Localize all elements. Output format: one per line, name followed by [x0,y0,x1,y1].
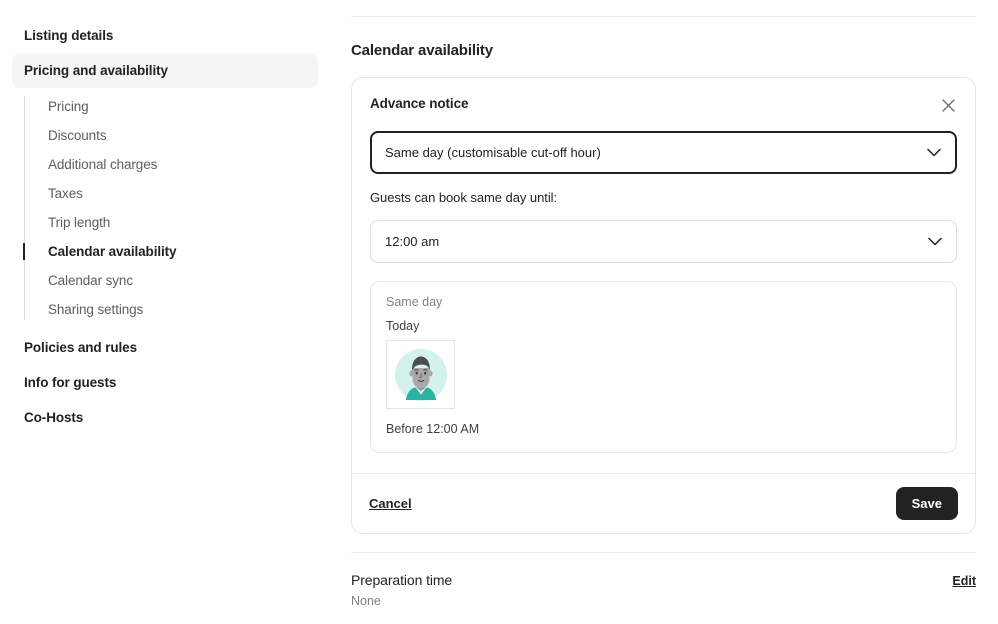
sidebar-subitem-calendar-sync[interactable]: Calendar sync [24,266,330,295]
advance-notice-select[interactable]: Same day (customisable cut-off hour) [370,131,957,174]
page-root: Listing details Pricing and availability… [0,0,998,624]
advance-notice-title: Advance notice [370,96,469,111]
sidebar-item-listing-details[interactable]: Listing details [12,18,318,53]
sidebar-subitem-label: Taxes [48,186,83,201]
preview-kicker: Same day [386,295,443,309]
sidebar: Listing details Pricing and availability… [0,0,330,624]
row-subtitle: None [351,594,381,608]
cancel-button[interactable]: Cancel [369,496,412,511]
sidebar-item-label: Co-Hosts [24,410,84,425]
preparation-time-text: Preparation time None [351,572,452,608]
sidebar-item-co-hosts[interactable]: Co-Hosts [12,400,318,435]
advance-notice-footer: Cancel Save [352,473,975,533]
sidebar-subnav: Pricing Discounts Additional charges Tax… [23,92,330,324]
chevron-down-icon [928,237,942,246]
advance-notice-preview: Same day Today Before 12:00 AM [370,281,957,453]
sidebar-subitem-label: Sharing settings [48,302,144,317]
sidebar-item-label: Info for guests [24,375,117,390]
close-icon[interactable] [937,94,959,116]
page-title: Calendar availability [351,42,493,59]
sidebar-item-pricing-and-availability[interactable]: Pricing and availability [12,53,318,88]
sidebar-subitem-label: Trip length [48,215,111,230]
sidebar-subitem-taxes[interactable]: Taxes [24,179,330,208]
sidebar-subitem-label: Additional charges [48,157,158,172]
sidebar-subitem-pricing[interactable]: Pricing [24,92,330,121]
sidebar-item-policies-and-rules[interactable]: Policies and rules [12,330,318,365]
advance-notice-card: Advance notice Same day (customisable cu… [351,77,976,534]
row-title: Preparation time [351,572,453,588]
sidebar-item-label: Pricing and availability [24,63,168,78]
sidebar-item-label: Listing details [24,28,114,43]
cutoff-time-label: Guests can book same day until: [370,190,558,205]
cutoff-time-select[interactable]: 12:00 am [370,220,957,263]
save-button[interactable]: Save [895,487,958,520]
sidebar-subitem-label: Calendar sync [48,273,133,288]
preview-day-label: Today [386,319,420,333]
preview-note: Before 12:00 AM [386,422,480,436]
sidebar-subitem-trip-length[interactable]: Trip length [24,208,330,237]
main-content: Calendar availability Advance notice Sam… [330,0,998,624]
sidebar-subitem-discounts[interactable]: Discounts [24,121,330,150]
guest-avatar-icon [386,340,455,409]
sidebar-subitem-label: Pricing [48,99,89,114]
sidebar-subitem-additional-charges[interactable]: Additional charges [24,150,330,179]
sidebar-subitem-sharing-settings[interactable]: Sharing settings [24,295,330,324]
sidebar-item-info-for-guests[interactable]: Info for guests [12,365,318,400]
sidebar-item-label: Policies and rules [24,340,137,355]
sidebar-subitem-label: Calendar availability [48,244,177,259]
preparation-time-row: Preparation time None Edit [351,553,976,624]
top-divider [351,16,976,17]
sidebar-subitem-calendar-availability[interactable]: Calendar availability [23,237,330,266]
advance-notice-card-body: Advance notice Same day (customisable cu… [352,78,975,473]
sidebar-subitem-label: Discounts [48,128,107,143]
advance-notice-header: Advance notice [370,96,957,116]
cutoff-time-select-value: 12:00 am [385,234,440,249]
edit-preparation-time-button[interactable]: Edit [952,574,976,588]
chevron-down-icon [927,148,941,157]
advance-notice-select-value: Same day (customisable cut-off hour) [385,145,601,160]
